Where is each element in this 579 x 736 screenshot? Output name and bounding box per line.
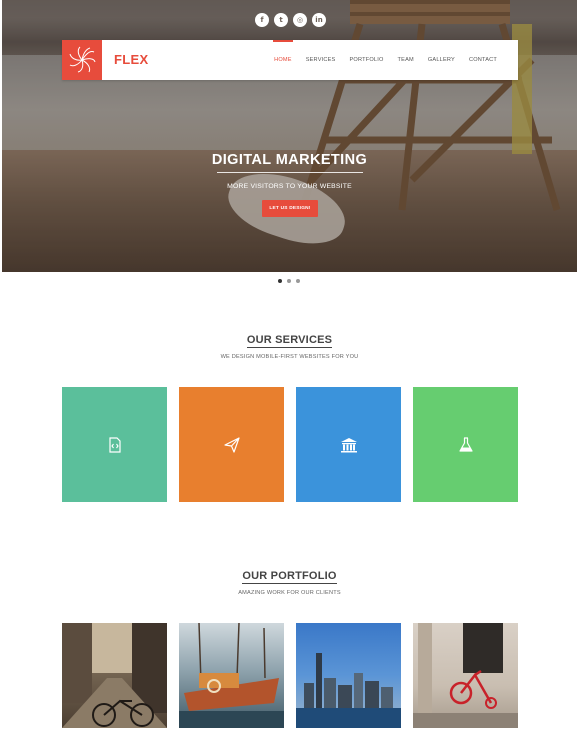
- portfolio-title: OUR PORTFOLIO: [242, 570, 337, 584]
- nav-item-contact[interactable]: CONTACT: [462, 40, 504, 80]
- linkedin-icon[interactable]: in: [312, 13, 326, 27]
- service-tile-flask[interactable]: [413, 387, 518, 502]
- service-tile-plane[interactable]: [179, 387, 284, 502]
- slide-dot[interactable]: [296, 279, 300, 283]
- city-skyline-photo: [296, 653, 401, 728]
- nav-item-home[interactable]: HOME: [267, 40, 299, 80]
- slider-pagination: [278, 279, 300, 283]
- paper-plane-icon: [223, 436, 240, 453]
- nav-item-team[interactable]: TEAM: [391, 40, 421, 80]
- nav-item-gallery[interactable]: GALLERY: [421, 40, 462, 80]
- social-links: f t ◎ in: [255, 13, 326, 27]
- service-tile-code[interactable]: [62, 387, 167, 502]
- main-menu: HOME SERVICES PORTFOLIO TEAM GALLERY CON…: [267, 40, 504, 80]
- slide-dot[interactable]: [287, 279, 291, 283]
- services-title: OUR SERVICES: [246, 334, 333, 348]
- cta-button[interactable]: LET US DESIGN!: [262, 200, 318, 217]
- hero-subtitle: MORE VISITORS TO YOUR WEBSITE: [227, 183, 352, 190]
- flask-icon: [458, 436, 473, 452]
- hero-title: DIGITAL MARKETING: [211, 152, 368, 168]
- logo[interactable]: [62, 40, 102, 80]
- starburst-logo-icon: [69, 46, 96, 73]
- bank-icon: [340, 437, 357, 452]
- portfolio-item-street[interactable]: [62, 623, 167, 728]
- service-tile-bank[interactable]: [296, 387, 401, 502]
- portfolio-item-city[interactable]: [296, 623, 401, 728]
- twitter-icon[interactable]: t: [274, 13, 288, 27]
- nav-item-portfolio[interactable]: PORTFOLIO: [342, 40, 390, 80]
- brand-name[interactable]: FLEX: [114, 52, 148, 67]
- slide-dot[interactable]: [278, 279, 282, 283]
- facebook-icon[interactable]: f: [255, 13, 269, 27]
- instagram-icon[interactable]: ◎: [293, 13, 307, 27]
- portfolio-subtitle: AMAZING WORK FOR OUR CLIENTS: [238, 590, 341, 596]
- services-subtitle: WE DESIGN MOBILE-FIRST WEBSITES FOR YOU: [220, 354, 359, 360]
- portfolio-item-harbor[interactable]: [179, 623, 284, 728]
- hero-divider: [217, 172, 363, 173]
- portfolio-item-tricycle[interactable]: [413, 623, 518, 728]
- navbar: FLEX HOME SERVICES PORTFOLIO TEAM GALLER…: [62, 40, 518, 80]
- nav-item-services[interactable]: SERVICES: [299, 40, 343, 80]
- street-bicycle-photo: [62, 623, 167, 728]
- red-tricycle-photo: [413, 623, 518, 728]
- harbor-boats-photo: [179, 623, 284, 728]
- code-file-icon: [108, 436, 121, 453]
